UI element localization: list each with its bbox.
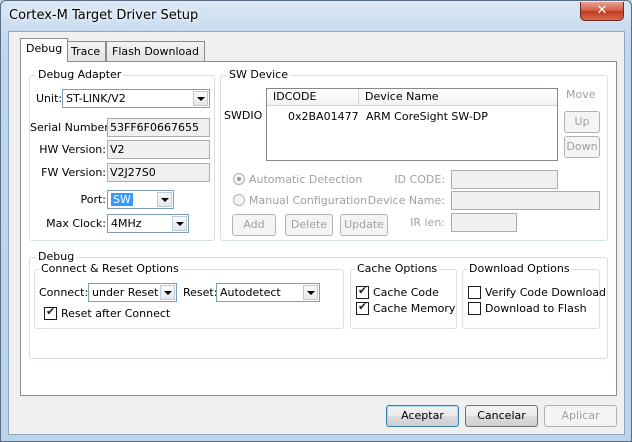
debug-options-group: Debug Connect & Reset Options Connect: u… <box>29 250 608 359</box>
manual-configuration-radio[interactable] <box>233 194 245 206</box>
device-name-column-header[interactable]: Device Name <box>359 89 557 106</box>
reset-value: Autodetect <box>220 286 281 299</box>
max-clock-label: Max Clock: <box>46 217 106 230</box>
port-select[interactable]: SW <box>107 190 174 209</box>
title-bar[interactable]: Cortex-M Target Driver Setup ✕ <box>1 1 631 31</box>
add-label: Add <box>243 218 265 231</box>
dialog-body: Debug Trace Flash Download Debug Adapter… <box>8 31 625 435</box>
verify-code-download-label: Verify Code Download <box>485 286 607 299</box>
apply-label: Aplicar <box>561 409 600 422</box>
serial-number-label: Serial Number: <box>30 121 113 134</box>
serial-number-field: 53FF6F0667655 <box>107 118 210 137</box>
ok-label: Aceptar <box>401 409 444 422</box>
chevron-down-icon[interactable] <box>157 192 172 207</box>
unit-label: Unit: <box>36 92 63 105</box>
sw-device-title: SW Device <box>227 68 290 81</box>
connect-reset-title: Connect & Reset Options <box>39 262 181 275</box>
download-options-group: Download Options Verify Code Download Do… <box>462 262 606 329</box>
cache-code-checkbox[interactable] <box>356 284 369 299</box>
device-name-cell: ARM CoreSight SW-DP <box>366 110 488 123</box>
max-clock-select[interactable]: 4MHz <box>107 214 189 233</box>
fw-version-label: FW Version: <box>41 166 106 179</box>
reset-label: Reset: <box>183 286 218 299</box>
cache-memory-checkbox[interactable] <box>356 300 369 315</box>
download-to-flash-label: Download to Flash <box>485 302 587 315</box>
unit-value: ST-LINK/V2 <box>66 92 126 105</box>
sw-device-group: SW Device Move SWDIO IDCODE Device Name … <box>220 68 608 241</box>
delete-button[interactable]: Delete <box>285 214 333 236</box>
automatic-detection-label: Automatic Detection <box>249 173 363 186</box>
cancel-label: Cancelar <box>477 409 526 422</box>
connect-label: Connect: <box>39 286 89 299</box>
device-name-label: Device Name: <box>367 194 445 207</box>
chevron-down-icon[interactable] <box>193 91 208 106</box>
move-down-button[interactable]: Down <box>564 136 600 158</box>
reset-select[interactable]: Autodetect <box>216 283 320 302</box>
connect-reset-group: Connect & Reset Options Connect: under R… <box>34 262 344 329</box>
tab-trace-label: Trace <box>71 45 101 58</box>
dialog-window: Cortex-M Target Driver Setup ✕ Debug Tra… <box>0 0 632 442</box>
cancel-button[interactable]: Cancelar <box>465 405 538 427</box>
move-down-label: Down <box>566 140 598 153</box>
debug-adapter-title: Debug Adapter <box>36 68 124 81</box>
download-to-flash-checkbox[interactable] <box>468 302 481 315</box>
connect-value: under Reset <box>92 286 159 299</box>
fw-version-field: V2J27S0 <box>107 163 210 182</box>
table-row[interactable]: 0x2BA01477 ARM CoreSight SW-DP <box>267 108 557 125</box>
debug-tab-pane: Debug Adapter Unit: ST-LINK/V2 Serial Nu… <box>20 61 617 396</box>
cache-memory-label: Cache Memory <box>373 302 456 315</box>
cache-options-title: Cache Options <box>355 262 440 275</box>
close-button[interactable]: ✕ <box>580 2 624 21</box>
tab-debug-label: Debug <box>26 42 63 55</box>
download-options-title: Download Options <box>467 262 572 275</box>
chevron-down-icon[interactable] <box>172 216 187 231</box>
delete-label: Delete <box>290 218 328 231</box>
cache-options-group: Cache Options Cache Code Cache Memory <box>350 262 457 329</box>
serial-number-value: 53FF6F0667655 <box>110 121 199 134</box>
update-label: Update <box>344 218 384 231</box>
apply-button[interactable]: Aplicar <box>544 405 617 427</box>
ir-len-field[interactable] <box>451 213 517 232</box>
connect-select[interactable]: under Reset <box>88 283 177 302</box>
device-name-field[interactable] <box>451 191 600 210</box>
automatic-detection-radio[interactable] <box>233 173 245 185</box>
manual-configuration-label: Manual Configuration <box>249 194 368 207</box>
hw-version-field: V2 <box>107 140 210 159</box>
tab-flash-download-label: Flash Download <box>112 45 200 58</box>
id-code-field[interactable] <box>451 170 558 189</box>
verify-code-download-checkbox[interactable] <box>468 286 481 299</box>
chevron-down-icon[interactable] <box>303 285 318 300</box>
port-value: SW <box>111 193 133 206</box>
unit-select[interactable]: ST-LINK/V2 <box>62 89 210 108</box>
port-label: Port: <box>80 193 106 206</box>
tab-debug[interactable]: Debug <box>20 38 69 62</box>
hw-version-label: HW Version: <box>39 143 106 156</box>
window-title: Cortex-M Target Driver Setup <box>9 8 199 23</box>
fw-version-value: V2J27S0 <box>110 166 156 179</box>
idcode-cell: 0x2BA01477 <box>288 110 359 123</box>
swdio-label: SWDIO <box>224 109 263 122</box>
chevron-down-icon[interactable] <box>160 285 175 300</box>
max-clock-value: 4MHz <box>111 217 142 230</box>
close-icon: ✕ <box>596 3 608 18</box>
cache-code-label: Cache Code <box>373 286 439 299</box>
move-up-button[interactable]: Up <box>564 111 600 133</box>
reset-after-connect-label: Reset after Connect <box>61 307 171 320</box>
sw-device-list[interactable]: IDCODE Device Name 0x2BA01477 ARM CoreSi… <box>266 88 558 161</box>
idcode-column-header[interactable]: IDCODE <box>267 89 359 106</box>
tab-flash-download[interactable]: Flash Download <box>106 41 206 62</box>
add-button[interactable]: Add <box>232 214 276 236</box>
debug-adapter-group: Debug Adapter Unit: ST-LINK/V2 Serial Nu… <box>29 68 215 241</box>
id-code-label: ID CODE: <box>394 173 445 186</box>
update-button[interactable]: Update <box>340 214 388 236</box>
move-up-label: Up <box>574 115 590 128</box>
ok-button[interactable]: Aceptar <box>386 405 459 427</box>
hw-version-value: V2 <box>110 143 125 156</box>
reset-after-connect-checkbox[interactable] <box>44 305 57 320</box>
move-label: Move <box>566 88 596 101</box>
tab-trace[interactable]: Trace <box>65 41 107 62</box>
